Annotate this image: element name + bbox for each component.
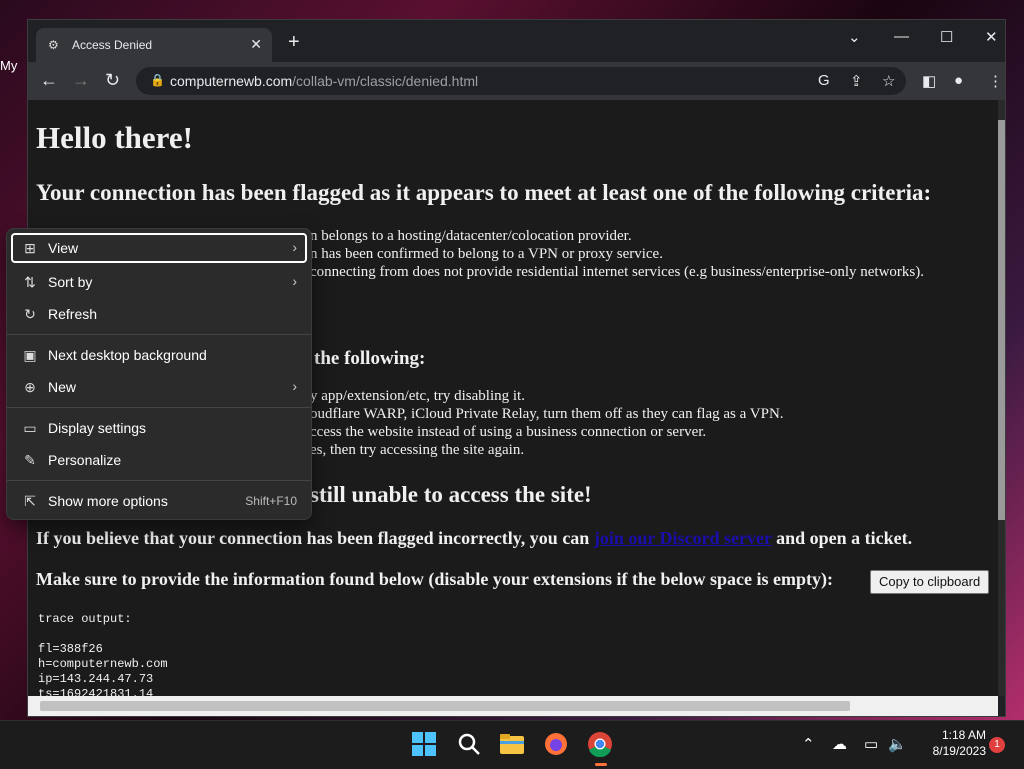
chevron-right-icon: › (292, 239, 297, 255)
try-line: y app/extension/etc, try disabling it. (310, 388, 525, 404)
active-app-indicator (595, 763, 607, 766)
shortcut-hint: Shift+F10 (245, 494, 297, 508)
menu-item-show-more-options[interactable]: ⇱ Show more options Shift+F10 (11, 486, 307, 516)
close-tab-icon[interactable]: ✕ (250, 36, 262, 53)
plus-circle-icon: ⊕ (24, 379, 36, 395)
try-line: oudflare WARP, iCloud Private Relay, tur… (310, 406, 784, 422)
menu-item-display-settings[interactable]: ▭ Display settings (11, 413, 307, 443)
file-explorer-icon[interactable] (499, 731, 527, 759)
trace-line: ts=1692421831.14 (38, 687, 154, 696)
share-icon[interactable]: ⇪ (850, 72, 863, 90)
trace-line: ip=143.244.47.73 (38, 672, 154, 686)
refresh-icon: ↻ (24, 306, 36, 322)
menu-item-view[interactable]: ⊞ View › (11, 233, 307, 263)
provide-info-text: Make sure to provide the information fou… (36, 569, 834, 589)
tab-title: Access Denied (72, 38, 153, 52)
ticket-paragraph: If you believe that your connection has … (36, 528, 913, 548)
menu-separator (7, 480, 311, 481)
clock-time: 1:18 AM (941, 728, 986, 742)
try-line: ccess the website instead of using a bus… (310, 424, 707, 440)
discord-link[interactable]: join our Discord server (594, 528, 772, 548)
bookmark-star-icon[interactable]: ☆ (882, 72, 895, 90)
image-icon: ▣ (23, 347, 37, 363)
brush-icon: ✎ (24, 452, 36, 468)
horizontal-scroll-thumb[interactable] (40, 701, 850, 711)
onedrive-icon[interactable]: ☁ (832, 735, 847, 753)
tab-search-chevron-icon[interactable]: ⌄ (848, 28, 861, 46)
criteria-line: n has been confirmed to belong to a VPN … (310, 246, 663, 262)
menu-item-sort-by[interactable]: ⇅ Sort by › (11, 267, 307, 297)
maximize-icon[interactable]: ☐ (940, 28, 953, 46)
favicon-icon: ⚙ (48, 38, 59, 52)
notification-badge[interactable]: 1 (989, 737, 1005, 753)
chevron-right-icon: › (292, 273, 297, 289)
page-heading: Hello there! (36, 120, 193, 155)
menu-item-new[interactable]: ⊕ New › (11, 372, 307, 402)
criteria-line: connecting from does not provide residen… (310, 264, 924, 280)
google-lens-icon[interactable]: G (818, 72, 830, 89)
still-heading: still unable to access the site! (310, 482, 592, 507)
start-windows-icon[interactable] (411, 731, 439, 759)
desktop-icon-label[interactable]: My (0, 58, 24, 73)
desktop-context-menu: ⊞ View › ⇅ Sort by › ↻ Refresh ▣ Next de… (6, 228, 312, 520)
close-window-icon[interactable]: ✕ (985, 28, 998, 46)
show-hidden-icons-icon[interactable]: ⌃ (802, 735, 815, 753)
chrome-icon[interactable] (587, 731, 615, 766)
menu-item-refresh[interactable]: ↻ Refresh (11, 299, 307, 329)
trace-line: fl=388f26 (38, 642, 103, 656)
lock-icon[interactable]: 🔒 (150, 73, 165, 87)
profile-icon[interactable]: ● (954, 72, 963, 89)
menu-separator (7, 334, 311, 335)
address-bar[interactable]: 🔒 computernewb.com/collab-vm/classic/den… (136, 67, 906, 95)
new-tab-icon[interactable]: + (288, 32, 300, 52)
try-heading: the following: (314, 348, 426, 369)
clock-date: 8/19/2023 (932, 744, 986, 758)
share-icon: ⇱ (24, 493, 36, 509)
monitor-icon: ▭ (23, 420, 37, 436)
search-icon[interactable] (456, 731, 484, 759)
horizontal-scrollbar[interactable] (28, 696, 998, 716)
tab-access-denied[interactable]: ⚙ Access Denied ✕ (36, 28, 272, 62)
reload-icon[interactable]: ↻ (105, 70, 120, 90)
try-line: es, then try accessing the site again. (310, 442, 525, 458)
copy-to-clipboard-button[interactable]: Copy to clipboard (870, 570, 990, 594)
url-text[interactable]: computernewb.com/collab-vm/classic/denie… (170, 73, 478, 89)
menu-item-next-background[interactable]: ▣ Next desktop background (11, 340, 307, 370)
back-icon[interactable]: ← (40, 70, 58, 90)
minimize-icon[interactable]: — (894, 28, 909, 45)
vertical-scrollbar[interactable] (998, 100, 1005, 696)
network-icon[interactable]: ▭ (864, 735, 878, 753)
vertical-scroll-thumb[interactable] (998, 120, 1005, 520)
trace-label: trace output: (38, 612, 132, 626)
volume-icon[interactable]: 🔈 (888, 735, 907, 753)
criteria-line: n belongs to a hosting/datacenter/coloca… (310, 228, 632, 244)
sort-icon: ⇅ (24, 274, 36, 290)
side-panel-icon[interactable]: ◧ (922, 72, 936, 90)
taskbar: ⌃ ☁ ▭ 🔈 1:18 AM 8/19/2023 1 (0, 720, 1024, 769)
trace-line: h=computernewb.com (38, 657, 168, 671)
forward-icon[interactable]: → (72, 70, 90, 90)
grid-icon: ⊞ (24, 240, 36, 256)
criteria-heading: Your connection has been flagged as it a… (36, 180, 932, 205)
menu-separator (7, 407, 311, 408)
chevron-right-icon: › (292, 378, 297, 394)
menu-item-personalize[interactable]: ✎ Personalize (11, 445, 307, 475)
firefox-icon[interactable] (543, 731, 571, 759)
browser-toolbar: ← → ↻ 🔒 computernewb.com/collab-vm/class… (28, 62, 1005, 100)
menu-kebab-icon[interactable]: ⋮ (988, 72, 1003, 90)
tab-strip: ⚙ Access Denied ✕ + ⌄ — ☐ ✕ (28, 20, 1005, 62)
clock[interactable]: 1:18 AM 8/19/2023 (916, 727, 986, 759)
